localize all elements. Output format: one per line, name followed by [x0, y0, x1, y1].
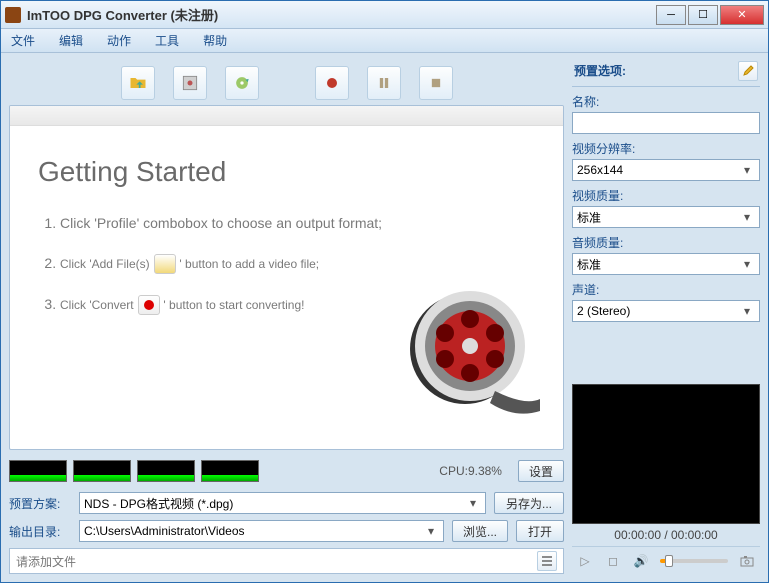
vquality-combo[interactable]: 标准▾ — [572, 206, 760, 228]
statusbar: 请添加文件 — [9, 548, 564, 574]
menu-tool[interactable]: 工具 — [155, 32, 179, 49]
main-panel: Getting Started Click 'Profile' combobox… — [9, 105, 564, 450]
chevron-down-icon: ▾ — [465, 496, 481, 510]
preset-header: 预置选项: — [574, 62, 626, 79]
pause-button[interactable] — [367, 66, 401, 100]
browse-button[interactable]: 浏览... — [452, 520, 508, 542]
add-file-button[interactable] — [121, 66, 155, 100]
close-button[interactable]: ✕ — [720, 5, 764, 25]
chevron-down-icon: ▾ — [739, 163, 755, 177]
cpu-meter — [9, 460, 67, 482]
cpu-meter — [73, 460, 131, 482]
resolution-label: 视频分辨率: — [572, 140, 760, 157]
output-label: 输出目录: — [9, 523, 71, 540]
getting-started-heading: Getting Started — [38, 156, 535, 188]
cpu-label: CPU:9.38% — [439, 464, 502, 478]
chevron-down-icon: ▾ — [739, 304, 755, 318]
toolbar — [9, 61, 564, 105]
profile-label: 预置方案: — [9, 495, 71, 512]
menu-file[interactable]: 文件 — [11, 32, 35, 49]
play-button[interactable]: ▷ — [576, 552, 594, 570]
window-title: ImTOO DPG Converter (未注册) — [27, 5, 656, 24]
name-label: 名称: — [572, 93, 760, 110]
output-path-combo[interactable]: C:\Users\Administrator\Videos▾ — [79, 520, 444, 542]
open-button[interactable]: 打开 — [516, 520, 564, 542]
list-icon[interactable] — [537, 551, 557, 571]
gs-step-2: Click 'Add File(s) ' button to add a vid… — [60, 252, 535, 275]
minimize-button[interactable]: ─ — [656, 5, 686, 25]
name-input[interactable] — [572, 112, 760, 134]
stop-playback-button[interactable]: ◻ — [604, 552, 622, 570]
vquality-label: 视频质量: — [572, 187, 760, 204]
folder-icon — [154, 254, 176, 274]
resolution-combo[interactable]: 256x144▾ — [572, 159, 760, 181]
chevron-down-icon: ▾ — [739, 257, 755, 271]
gs-step-1: Click 'Profile' combobox to choose an ou… — [60, 212, 535, 234]
film-reel-image — [395, 281, 545, 431]
menu-help[interactable]: 帮助 — [203, 32, 227, 49]
cpu-settings-button[interactable]: 设置 — [518, 460, 564, 482]
edit-preset-icon[interactable] — [738, 61, 758, 81]
status-text: 请添加文件 — [16, 553, 531, 570]
channel-combo[interactable]: 2 (Stereo)▾ — [572, 300, 760, 322]
settings-button[interactable] — [225, 66, 259, 100]
menu-edit[interactable]: 编辑 — [59, 32, 83, 49]
menubar: 文件 编辑 动作 工具 帮助 — [1, 29, 768, 53]
profile-combo[interactable]: NDS - DPG格式视频 (*.dpg)▾ — [79, 492, 486, 514]
aquality-combo[interactable]: 标准▾ — [572, 253, 760, 275]
volume-slider[interactable] — [660, 559, 728, 563]
aquality-label: 音频质量: — [572, 234, 760, 251]
playbar: ▷ ◻ 🔊 — [572, 546, 760, 574]
app-icon — [5, 7, 21, 23]
chevron-down-icon: ▾ — [739, 210, 755, 224]
snapshot-button[interactable] — [738, 552, 756, 570]
save-as-button[interactable]: 另存为... — [494, 492, 564, 514]
channel-label: 声道: — [572, 281, 760, 298]
record-icon — [138, 295, 160, 315]
preview-pane — [572, 384, 760, 524]
record-button[interactable] — [315, 66, 349, 100]
volume-icon[interactable]: 🔊 — [632, 552, 650, 570]
cpu-meter — [137, 460, 195, 482]
chevron-down-icon: ▾ — [423, 524, 439, 538]
menu-action[interactable]: 动作 — [107, 32, 131, 49]
time-display: 00:00:00 / 00:00:00 — [572, 524, 760, 546]
maximize-button[interactable]: ☐ — [688, 5, 718, 25]
cpu-meter — [201, 460, 259, 482]
titlebar: ImTOO DPG Converter (未注册) ─ ☐ ✕ — [1, 1, 768, 29]
stop-button[interactable] — [419, 66, 453, 100]
add-profile-button[interactable] — [173, 66, 207, 100]
